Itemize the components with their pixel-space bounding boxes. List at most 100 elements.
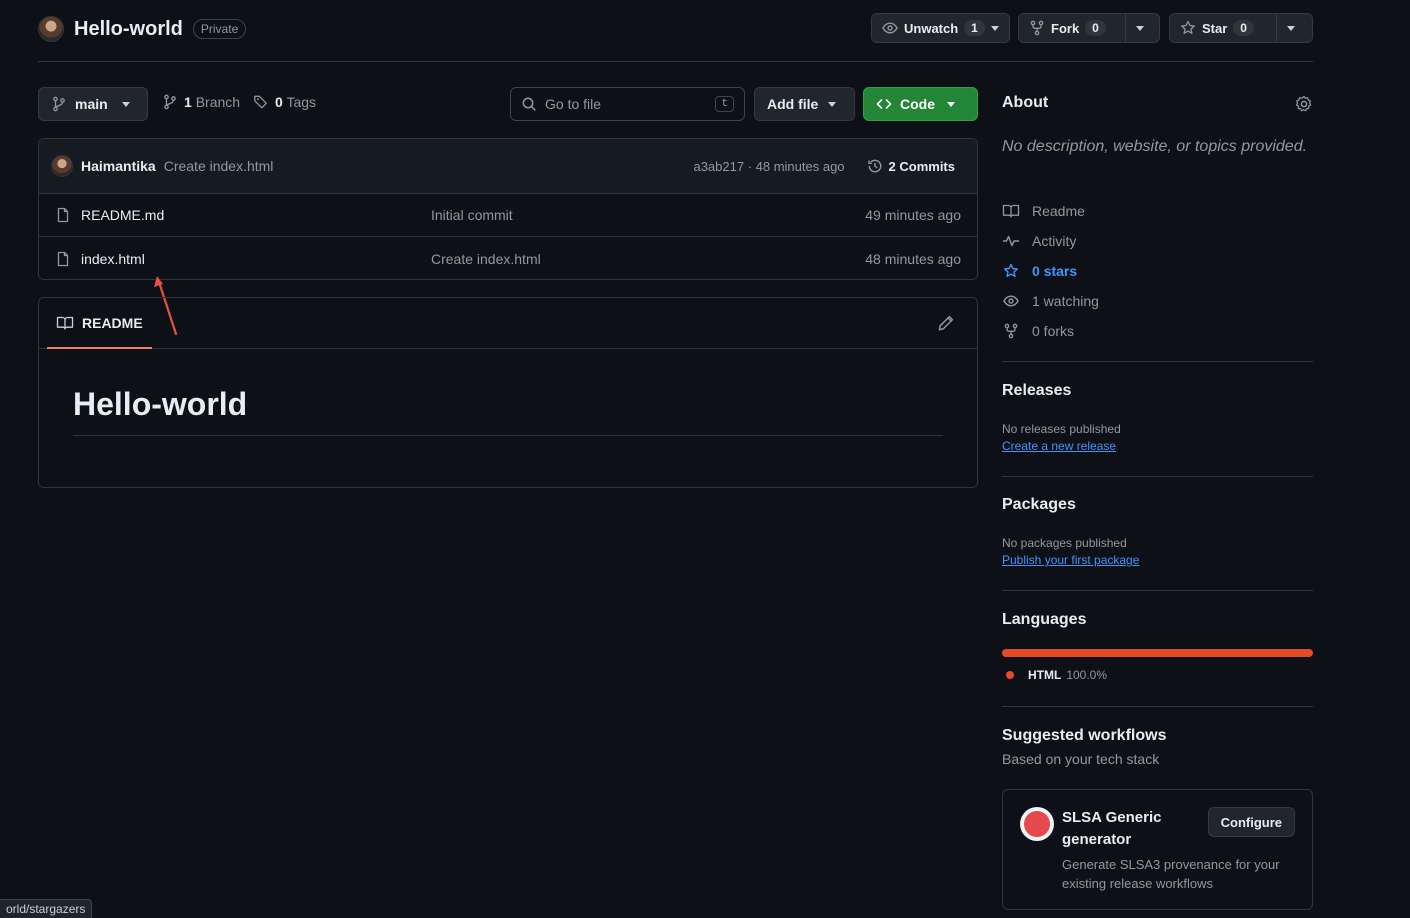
suggested-workflows-subtitle: Based on your tech stack: [1002, 751, 1160, 767]
owner-avatar[interactable]: [38, 16, 64, 42]
fork-control: Fork 0: [1018, 13, 1160, 43]
commit-author-avatar[interactable]: [51, 155, 73, 177]
releases-title[interactable]: Releases: [1002, 382, 1313, 400]
workflow-title: SLSA Generic generator: [1062, 809, 1162, 848]
star-icon: [1180, 20, 1196, 36]
packages-title[interactable]: Packages: [1002, 496, 1313, 514]
sidebar-divider: [1002, 590, 1313, 591]
star-dropdown-button[interactable]: [1277, 13, 1313, 43]
file-icon: [55, 207, 71, 223]
create-release-link[interactable]: Create a new release: [1002, 439, 1313, 453]
activity-link-label: Activity: [1032, 233, 1077, 249]
readme-tab-label: README: [82, 315, 143, 331]
go-to-file[interactable]: t: [510, 87, 745, 121]
file-commit-message[interactable]: Initial commit: [431, 207, 731, 223]
language-item[interactable]: HTML 100.0%: [1002, 668, 1313, 682]
branch-selector[interactable]: main: [38, 87, 148, 121]
unwatch-label: Unwatch: [904, 20, 959, 36]
unwatch-button[interactable]: Unwatch 1: [871, 13, 1010, 43]
tags-label: Tags: [286, 94, 317, 110]
star-icon: [1002, 263, 1020, 279]
branches-link[interactable]: 1 Branch: [162, 94, 240, 110]
about-description: No description, website, or topics provi…: [1002, 138, 1308, 155]
table-row[interactable]: README.md Initial commit 49 minutes ago: [39, 194, 977, 237]
code-button[interactable]: Code: [863, 87, 978, 121]
book-icon: [1002, 203, 1020, 219]
watching-link-label: 1 watching: [1032, 293, 1099, 309]
repo-header: Hello-world Private: [38, 14, 247, 44]
suggested-workflows-title: Suggested workflows: [1002, 727, 1167, 744]
file-commit-time: 49 minutes ago: [865, 207, 961, 223]
star-button[interactable]: Star 0: [1169, 13, 1277, 43]
fork-icon: [1002, 323, 1020, 339]
chevron-down-icon: [1287, 25, 1295, 31]
languages-title: Languages: [1002, 611, 1087, 628]
book-icon: [56, 315, 74, 331]
tag-icon: [253, 94, 269, 110]
file-name[interactable]: README.md: [81, 207, 164, 223]
sidebar-divider: [1002, 706, 1313, 707]
language-bar: [1002, 649, 1313, 657]
fork-button[interactable]: Fork 0: [1018, 13, 1126, 43]
readme-link[interactable]: Readme: [1002, 196, 1313, 226]
sidebar-divider: [1002, 361, 1313, 362]
star-count: 0: [1233, 20, 1254, 36]
branch-name: main: [75, 96, 108, 112]
history-icon: [867, 158, 883, 174]
tab-readme[interactable]: README: [56, 315, 143, 331]
watch-control: Unwatch 1: [871, 13, 1010, 43]
commits-link[interactable]: 2 Commits: [867, 158, 955, 174]
header-divider: [38, 61, 1313, 62]
releases-section: Releases No releases published Create a …: [1002, 382, 1313, 453]
status-bar-url: orld/stargazers: [0, 899, 93, 918]
pencil-icon[interactable]: [937, 314, 955, 332]
packages-status: No packages published: [1002, 536, 1127, 550]
file-name[interactable]: index.html: [81, 251, 145, 267]
watching-link[interactable]: 1 watching: [1002, 286, 1313, 316]
file-commit-message[interactable]: Create index.html: [431, 251, 731, 267]
forks-link[interactable]: 0 forks: [1002, 316, 1313, 346]
stars-link-label: 0 stars: [1032, 263, 1078, 279]
file-table: Haimantika Create index.html a3ab217 · 4…: [38, 138, 978, 280]
commit-sha-time[interactable]: a3ab217 · 48 minutes ago: [693, 159, 844, 174]
chevron-down-icon: [121, 101, 130, 107]
star-control: Star 0: [1169, 13, 1313, 43]
file-icon: [55, 251, 71, 267]
branches-count: 1: [184, 94, 192, 110]
file-name-cell[interactable]: README.md: [55, 207, 431, 223]
fork-dropdown-button[interactable]: [1126, 13, 1160, 43]
fork-icon: [1029, 20, 1045, 36]
releases-status: No releases published: [1002, 422, 1121, 436]
about-section: About: [1002, 94, 1313, 112]
sidebar-divider: [1002, 476, 1313, 477]
add-file-label: Add file: [767, 96, 819, 112]
gear-icon[interactable]: [1295, 95, 1313, 113]
configure-button[interactable]: Configure: [1207, 807, 1295, 837]
readme-heading: Hello-world: [73, 386, 248, 422]
fork-label: Fork: [1051, 20, 1080, 36]
about-links: Readme Activity 0 stars 1 watching 0 for…: [1002, 196, 1313, 346]
activity-link[interactable]: Activity: [1002, 226, 1313, 256]
file-name-cell[interactable]: index.html: [55, 251, 431, 267]
star-label: Star: [1202, 20, 1228, 36]
chevron-down-icon: [947, 101, 955, 107]
latest-commit-bar: Haimantika Create index.html a3ab217 · 4…: [39, 139, 977, 194]
readme-panel: README Hello-world: [38, 297, 978, 488]
search-icon: [521, 96, 537, 112]
stars-link[interactable]: 0 stars: [1002, 256, 1313, 286]
commit-message[interactable]: Create index.html: [164, 158, 274, 174]
workflow-description: Generate SLSA3 provenance for your exist…: [1062, 857, 1280, 891]
repo-name[interactable]: Hello-world: [74, 18, 183, 41]
commits-label: 2 Commits: [888, 158, 955, 174]
pulse-icon: [1002, 233, 1020, 249]
go-to-file-input[interactable]: [545, 96, 705, 112]
eye-icon: [882, 20, 898, 36]
commit-author[interactable]: Haimantika: [81, 158, 156, 174]
publish-package-link[interactable]: Publish your first package: [1002, 553, 1313, 567]
code-label: Code: [900, 96, 935, 112]
chevron-down-icon: [828, 101, 837, 107]
tags-link[interactable]: 0 Tags: [253, 94, 316, 110]
add-file-button[interactable]: Add file: [754, 87, 855, 121]
language-name: HTML: [1028, 668, 1062, 682]
packages-section: Packages No packages published Publish y…: [1002, 496, 1313, 567]
